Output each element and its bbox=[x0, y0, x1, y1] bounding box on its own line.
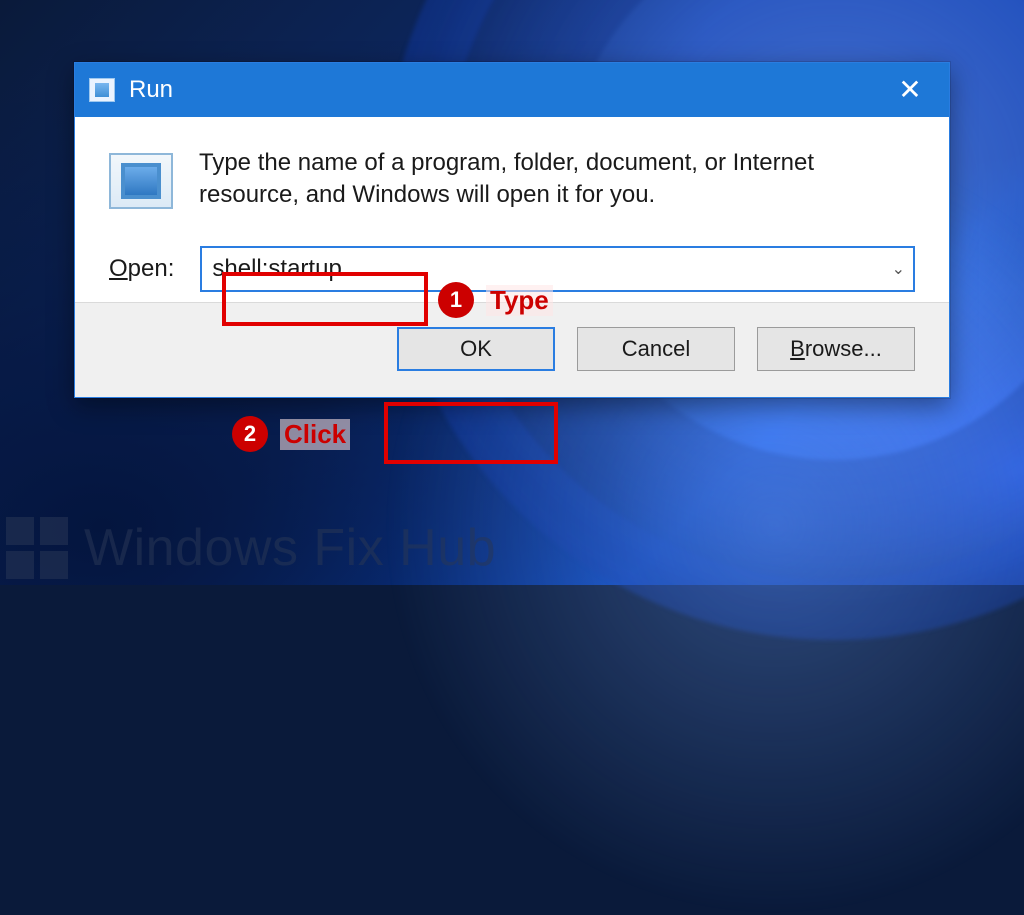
window-title: Run bbox=[129, 76, 869, 104]
open-combobox[interactable]: ⌄ bbox=[200, 246, 915, 292]
run-dialog-icon bbox=[109, 153, 173, 209]
browse-button[interactable]: Browse... bbox=[757, 327, 915, 371]
open-label: Open: bbox=[109, 255, 174, 283]
watermark-logo-icon bbox=[6, 517, 68, 579]
run-dialog: Run ✕ Type the name of a program, folder… bbox=[74, 62, 950, 398]
dialog-description: Type the name of a program, folder, docu… bbox=[199, 147, 915, 212]
button-row: OK Cancel Browse... bbox=[75, 302, 949, 397]
watermark-text: Windows Fix Hub bbox=[84, 518, 496, 578]
close-icon: ✕ bbox=[898, 76, 921, 104]
titlebar[interactable]: Run ✕ bbox=[75, 63, 949, 117]
ok-button[interactable]: OK bbox=[397, 327, 555, 371]
cancel-button[interactable]: Cancel bbox=[577, 327, 735, 371]
watermark: Windows Fix Hub bbox=[6, 517, 496, 579]
dialog-content: Type the name of a program, folder, docu… bbox=[75, 117, 949, 302]
run-app-icon bbox=[89, 78, 115, 102]
close-button[interactable]: ✕ bbox=[883, 63, 937, 117]
open-input[interactable] bbox=[200, 246, 915, 292]
